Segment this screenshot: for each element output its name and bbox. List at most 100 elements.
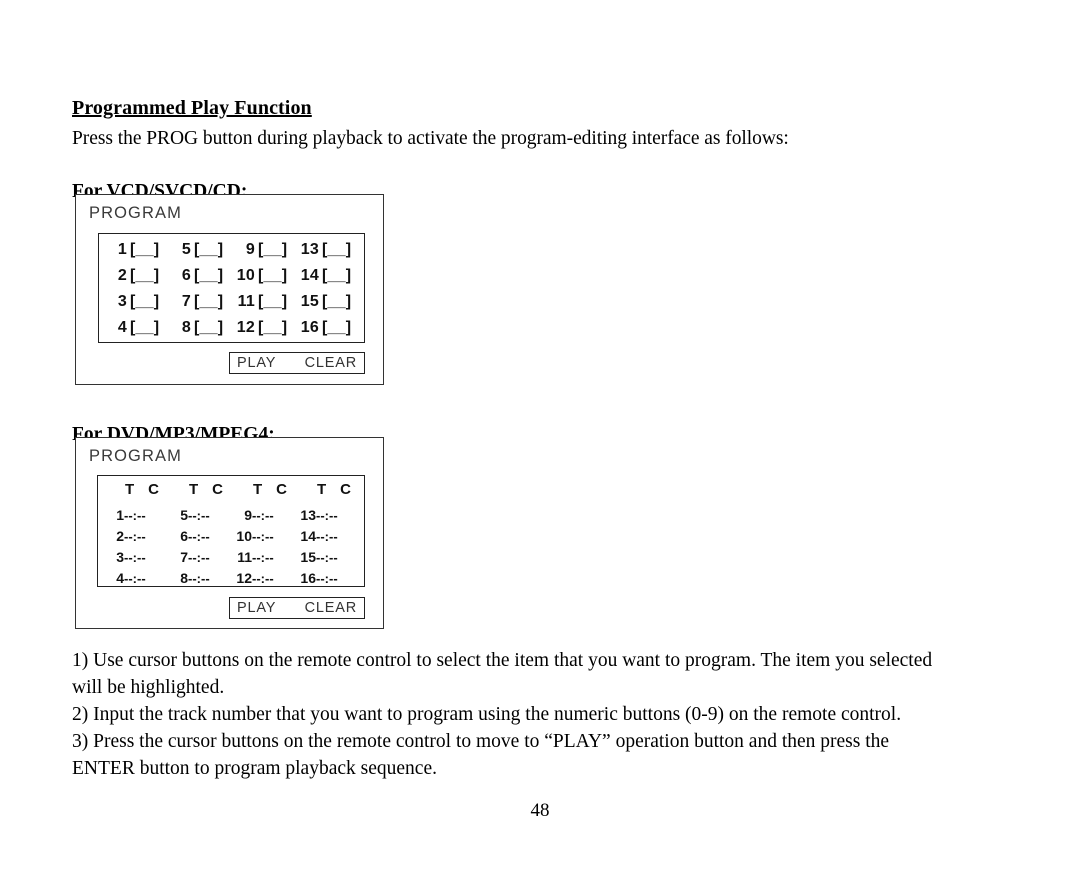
program-slot[interactable]: 1 [__] — [107, 241, 171, 259]
slot-number: 11 — [237, 548, 252, 565]
program-time-slot[interactable]: 1--:-- — [106, 507, 170, 523]
program-time-slot[interactable]: 8--:-- — [170, 570, 234, 586]
program-time-slot[interactable]: 2--:-- — [106, 528, 170, 544]
slot-number: 2 — [117, 267, 127, 284]
column-header-title: T — [252, 481, 263, 498]
slot-number: 11 — [237, 293, 255, 310]
slot-value: [__] — [258, 241, 288, 258]
program-time-slot[interactable]: 5--:-- — [170, 507, 234, 523]
slot-number: 7 — [180, 548, 188, 565]
column-header-chapter: C — [340, 481, 351, 498]
slot-number: 15 — [300, 548, 316, 565]
instruction-item-2: 2) Input the track number that you want … — [72, 704, 902, 725]
program-time-slot[interactable]: 10--:-- — [234, 528, 298, 544]
program-time-slot[interactable]: 15--:-- — [298, 549, 362, 565]
program-slot[interactable]: 14 [__] — [299, 267, 363, 285]
column-header-group: T C — [298, 481, 362, 498]
program-slot[interactable]: 5 [__] — [171, 241, 235, 259]
slot-time-value: --:-- — [316, 507, 338, 523]
column-header-group: T C — [234, 481, 298, 498]
program-time-slot[interactable]: 13--:-- — [298, 507, 362, 523]
slot-time-value: --:-- — [124, 549, 146, 565]
program-slot[interactable]: 13 [__] — [299, 241, 363, 259]
slot-time-value: --:-- — [316, 549, 338, 565]
slot-number: 12 — [236, 319, 255, 336]
column-header-title: T — [124, 481, 135, 498]
column-header-chapter: C — [212, 481, 223, 498]
slot-value: [__] — [322, 267, 352, 284]
slot-number: 4 — [116, 569, 124, 586]
slot-time-value: --:-- — [188, 528, 210, 544]
slot-number: 9 — [244, 506, 252, 523]
program-time-slot[interactable]: 9--:-- — [234, 507, 298, 523]
slot-value: [__] — [130, 241, 160, 258]
slot-time-value: --:-- — [252, 507, 274, 523]
program-time-slot[interactable]: 14--:-- — [298, 528, 362, 544]
program-time-slot[interactable]: 6--:-- — [170, 528, 234, 544]
slot-value: [__] — [258, 293, 288, 310]
slot-number: 15 — [300, 293, 319, 310]
slot-value: [__] — [130, 267, 160, 284]
page-title: Programmed Play Function — [72, 96, 312, 119]
time-row-container: 1--:-- 5--:-- 9--:-- 13--:-- 2--:-- 6--:… — [98, 504, 364, 588]
page-number: 48 — [530, 800, 550, 821]
slot-time-value: --:-- — [124, 528, 146, 544]
clear-button[interactable]: CLEAR — [305, 355, 357, 371]
slot-time-value: --:-- — [252, 549, 274, 565]
slot-number: 3 — [117, 293, 127, 310]
program-slot[interactable]: 3 [__] — [107, 293, 171, 311]
slot-time-value: --:-- — [316, 570, 338, 586]
program-slot[interactable]: 15 [__] — [299, 293, 363, 311]
slot-number: 2 — [116, 527, 124, 544]
program-slot[interactable]: 12 [__] — [235, 319, 299, 337]
table-row: 4--:-- 8--:-- 12--:-- 16--:-- — [98, 567, 364, 588]
program-time-slot[interactable]: 16--:-- — [298, 570, 362, 586]
table-row: 2--:-- 6--:-- 10--:-- 14--:-- — [98, 525, 364, 546]
table-row: 3 [__] 7 [__] 11 [__] 15 [__] — [99, 289, 364, 315]
slot-time-value: --:-- — [252, 528, 274, 544]
column-header-row: T C T C T C T C — [98, 481, 364, 498]
program-slot[interactable]: 16 [__] — [299, 319, 363, 337]
slot-number: 5 — [181, 241, 191, 258]
program-slot[interactable]: 6 [__] — [171, 267, 235, 285]
program-slot[interactable]: 11 [__] — [235, 293, 299, 311]
slot-time-value: --:-- — [252, 570, 274, 586]
table-row: 3--:-- 7--:-- 11--:-- 15--:-- — [98, 546, 364, 567]
program-slot[interactable]: 8 [__] — [171, 319, 235, 337]
program-panel-dvd: PROGRAM T C T C T C T C 1--:-- 5--:-- 9-… — [75, 437, 384, 629]
program-slot[interactable]: 9 [__] — [235, 241, 299, 259]
slot-number: 5 — [180, 506, 188, 523]
column-header-chapter: C — [148, 481, 159, 498]
slot-row-container: 1 [__] 5 [__] 9 [__] 13 [__] 2 [__] 6 [__] 10[… — [99, 234, 364, 342]
program-time-slot[interactable]: 7--:-- — [170, 549, 234, 565]
slot-number: 14 — [300, 267, 319, 284]
program-time-slot[interactable]: 4--:-- — [106, 570, 170, 586]
instructions-list: 1) Use cursor buttons on the remote cont… — [72, 647, 1008, 782]
column-header-group: T C — [170, 481, 234, 498]
column-header-title: T — [188, 481, 199, 498]
slot-value: [__] — [258, 267, 288, 284]
clear-button[interactable]: CLEAR — [305, 600, 357, 616]
slot-value: [__] — [130, 319, 160, 336]
intro-paragraph: Press the PROG button during playback to… — [72, 127, 789, 149]
program-time-slot[interactable]: 3--:-- — [106, 549, 170, 565]
slot-value: [__] — [322, 293, 352, 310]
play-button[interactable]: PLAY — [237, 600, 276, 616]
program-slot[interactable]: 2 [__] — [107, 267, 171, 285]
slot-number: 8 — [180, 569, 188, 586]
program-slot[interactable]: 10 [__] — [235, 267, 299, 285]
instruction-item-3-line-1: 3) Press the cursor buttons on the remot… — [72, 731, 890, 752]
program-slot[interactable]: 4 [__] — [107, 319, 171, 337]
slot-number: 13 — [300, 506, 316, 523]
instruction-item-3-line-2: ENTER button to program playback sequenc… — [72, 758, 437, 779]
program-time-slot[interactable]: 12--:-- — [234, 570, 298, 586]
program-time-slot[interactable]: 11--:-- — [234, 549, 298, 565]
play-button[interactable]: PLAY — [237, 355, 276, 371]
slot-number: 7 — [181, 293, 191, 310]
column-header-group: T C — [106, 481, 170, 498]
program-panel-vcd: PROGRAM 1 [__] 5 [__] 9 [__] 13 [__] 2 [__] 6… — [75, 194, 384, 385]
program-panel-label: PROGRAM — [89, 447, 182, 465]
program-slot[interactable]: 7 [__] — [171, 293, 235, 311]
column-header-chapter: C — [276, 481, 287, 498]
slot-time-value: --:-- — [124, 507, 146, 523]
